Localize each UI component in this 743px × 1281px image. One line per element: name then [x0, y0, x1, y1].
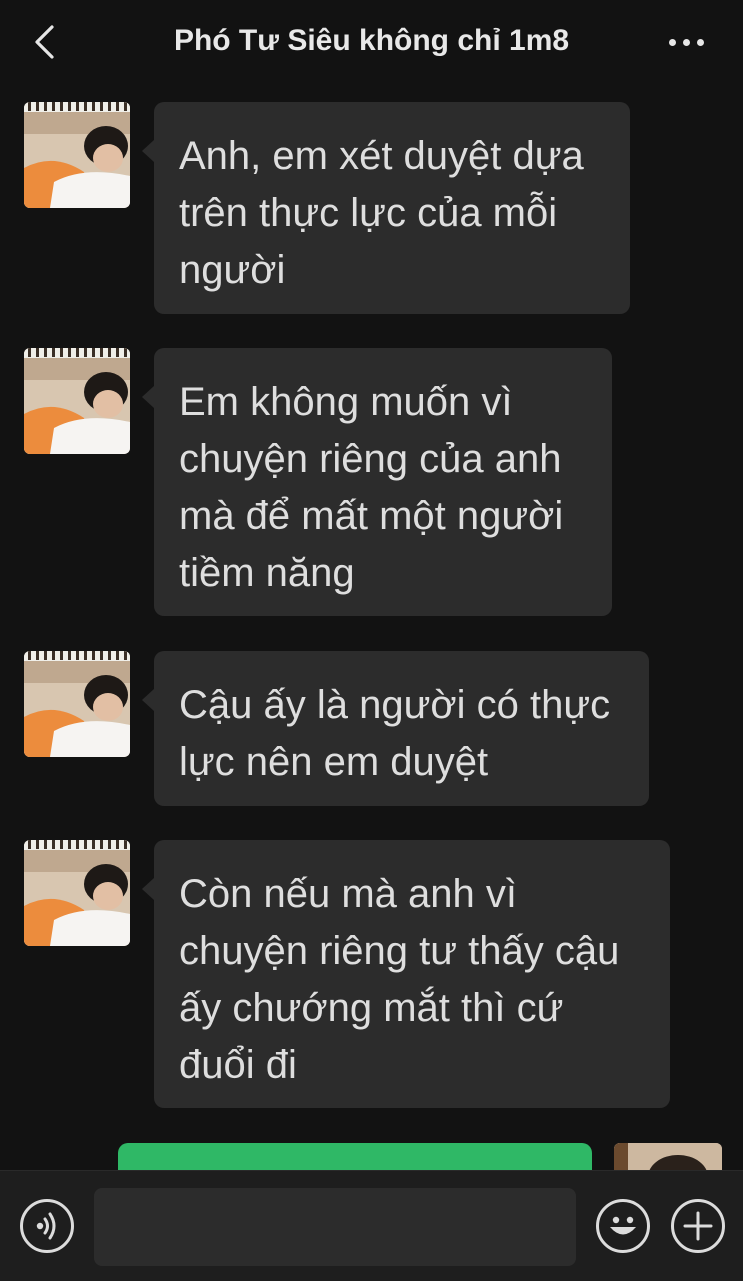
chat-title: Phó Tư Siêu không chỉ 1m8: [173, 24, 570, 57]
voice-button[interactable]: [20, 1199, 74, 1253]
avatar-image: [24, 348, 130, 454]
more-options-button[interactable]: [661, 22, 711, 62]
back-button[interactable]: [24, 22, 64, 62]
message-bubble[interactable]: Em không muốn vì chuyện riêng của anh mà…: [142, 348, 612, 616]
avatar-image: [24, 840, 130, 946]
contact-avatar[interactable]: [24, 840, 130, 946]
message-bubble[interactable]: Còn nếu mà anh vì chuyện riêng tư thấy c…: [142, 840, 670, 1108]
contact-avatar[interactable]: [24, 348, 130, 454]
chat-header: Phó Tư Siêu không chỉ 1m8: [0, 0, 743, 88]
avatar-image: [24, 651, 130, 757]
message-input[interactable]: [94, 1188, 576, 1266]
emoji-icon: [610, 1216, 636, 1235]
avatar-image: [24, 102, 130, 208]
emoji-button[interactable]: [596, 1199, 650, 1253]
contact-avatar[interactable]: [24, 651, 130, 757]
plus-icon: [683, 1211, 713, 1241]
message-input-bar: [0, 1170, 743, 1281]
contact-avatar[interactable]: [24, 102, 130, 208]
message-bubble[interactable]: Cậu ấy là người có thực lực nên em duyệt: [142, 651, 649, 806]
message-bubble[interactable]: Anh, em xét duyệt dựa trên thực lực của …: [142, 102, 630, 314]
chevron-left-icon: [35, 25, 54, 59]
voice-icon: [36, 1212, 56, 1240]
more-horizontal-icon: [668, 38, 676, 46]
more-actions-button[interactable]: [671, 1199, 725, 1253]
chat-screen: Phó Tư Siêu không chỉ 1m8 Anh, em xét du…: [0, 0, 743, 1281]
